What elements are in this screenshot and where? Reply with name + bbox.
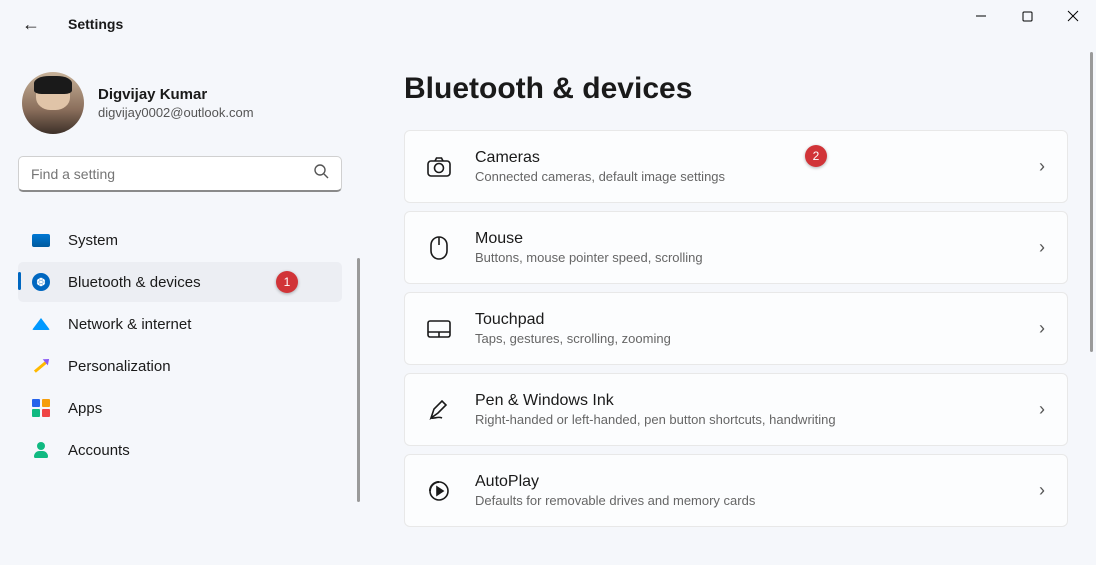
chevron-right-icon: › <box>1039 318 1045 339</box>
card-cameras[interactable]: Cameras Connected cameras, default image… <box>404 130 1068 203</box>
sidebar-item-personalization[interactable]: Personalization <box>18 346 342 386</box>
card-title: Cameras <box>475 149 1039 167</box>
card-title: Touchpad <box>475 311 1039 329</box>
card-autoplay[interactable]: AutoPlay Defaults for removable drives a… <box>404 454 1068 527</box>
card-pen-ink[interactable]: Pen & Windows Ink Right-handed or left-h… <box>404 373 1068 446</box>
card-title: Pen & Windows Ink <box>475 392 1039 410</box>
window-controls <box>958 0 1096 32</box>
sidebar-item-network[interactable]: Network & internet <box>18 304 342 344</box>
sidebar-item-label: Accounts <box>68 442 130 459</box>
wifi-icon <box>32 315 50 333</box>
search-icon <box>313 163 329 184</box>
back-icon[interactable]: ← <box>22 14 40 35</box>
card-subtitle: Defaults for removable drives and memory… <box>475 493 1039 508</box>
sidebar-item-label: System <box>68 232 118 249</box>
minimize-button[interactable] <box>958 0 1004 32</box>
close-button[interactable] <box>1050 0 1096 32</box>
sidebar-item-label: Bluetooth & devices <box>68 274 201 291</box>
search-input[interactable] <box>31 166 313 182</box>
brush-icon <box>32 357 50 375</box>
mouse-icon <box>427 236 451 260</box>
card-mouse[interactable]: Mouse Buttons, mouse pointer speed, scro… <box>404 211 1068 284</box>
page-title: Bluetooth & devices <box>404 72 1068 106</box>
person-icon <box>32 441 50 459</box>
maximize-button[interactable] <box>1004 0 1050 32</box>
chevron-right-icon: › <box>1039 156 1045 177</box>
sidebar-item-apps[interactable]: Apps <box>18 388 342 428</box>
sidebar-item-label: Personalization <box>68 358 171 375</box>
search-box[interactable] <box>18 156 342 192</box>
settings-cards: Cameras Connected cameras, default image… <box>404 130 1068 527</box>
chevron-right-icon: › <box>1039 399 1045 420</box>
card-subtitle: Right-handed or left-handed, pen button … <box>475 412 1039 427</box>
card-subtitle: Buttons, mouse pointer speed, scrolling <box>475 250 1039 265</box>
card-touchpad[interactable]: Touchpad Taps, gestures, scrolling, zoom… <box>404 292 1068 365</box>
chevron-right-icon: › <box>1039 237 1045 258</box>
annotation-badge-1: 1 <box>276 271 298 293</box>
bluetooth-icon: ❆ <box>32 273 50 291</box>
sidebar-item-label: Apps <box>68 400 102 417</box>
sidebar-item-label: Network & internet <box>68 316 191 333</box>
system-icon <box>32 231 50 249</box>
profile-block[interactable]: Digvijay Kumar digvijay0002@outlook.com <box>18 48 342 156</box>
autoplay-icon <box>427 479 451 503</box>
touchpad-icon <box>427 317 451 341</box>
card-title: AutoPlay <box>475 473 1039 491</box>
avatar <box>22 72 84 134</box>
profile-email: digvijay0002@outlook.com <box>98 105 254 120</box>
content: Bluetooth & devices Cameras Connected ca… <box>360 48 1096 565</box>
profile-name: Digvijay Kumar <box>98 86 254 103</box>
sidebar-item-accounts[interactable]: Accounts <box>18 430 342 470</box>
sidebar-item-bluetooth-devices[interactable]: ❆ Bluetooth & devices 1 <box>18 262 342 302</box>
sidebar-nav: System ❆ Bluetooth & devices 1 Network &… <box>18 220 342 470</box>
selection-indicator <box>18 272 21 290</box>
content-scrollbar[interactable] <box>1090 52 1093 352</box>
sidebar: Digvijay Kumar digvijay0002@outlook.com … <box>0 48 360 565</box>
sidebar-item-system[interactable]: System <box>18 220 342 260</box>
annotation-badge-2: 2 <box>805 145 827 167</box>
apps-icon <box>32 399 50 417</box>
card-subtitle: Connected cameras, default image setting… <box>475 169 1039 184</box>
chevron-right-icon: › <box>1039 480 1045 501</box>
camera-icon <box>427 155 451 179</box>
app-title: Settings <box>68 16 123 32</box>
pen-icon <box>427 398 451 422</box>
card-title: Mouse <box>475 230 1039 248</box>
titlebar: ← Settings <box>0 0 1096 48</box>
card-subtitle: Taps, gestures, scrolling, zooming <box>475 331 1039 346</box>
